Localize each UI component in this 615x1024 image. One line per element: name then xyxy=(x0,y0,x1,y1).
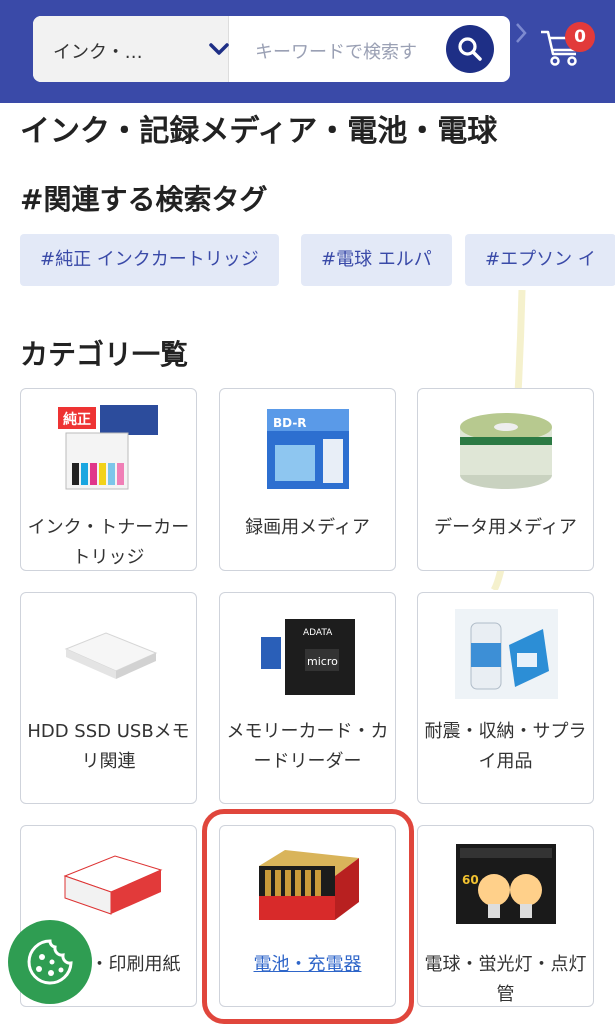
category-select[interactable]: インク・… xyxy=(33,16,229,82)
copy-paper-image xyxy=(59,846,166,936)
search-icon xyxy=(458,37,482,61)
bd-r-disc-image: BD-R xyxy=(255,403,362,493)
category-card-ink[interactable]: 純正 インク・トナーカートリッジ xyxy=(20,388,197,571)
microsd-card-image: ADATA micro xyxy=(255,609,362,699)
svg-text:純正: 純正 xyxy=(63,411,91,428)
svg-text:ADATA: ADATA xyxy=(303,628,333,638)
category-card-data-media[interactable]: データ用メディア xyxy=(417,388,594,571)
category-card-bulbs[interactable]: 60 電球・蛍光灯・点灯管 xyxy=(417,825,594,1007)
top-header: インク・… キーワードで検索す 0 xyxy=(0,0,615,103)
tag-item[interactable]: #エプソン イ xyxy=(465,234,615,286)
category-card-memory-card[interactable]: ADATA micro メモリーカード・カードリーダー xyxy=(219,592,396,804)
cookie-settings-button[interactable] xyxy=(8,920,92,1004)
category-label: インク・トナーカートリッジ xyxy=(27,517,190,568)
category-card-supplies[interactable]: 耐震・収納・サプライ用品 xyxy=(417,592,594,804)
chevron-down-icon xyxy=(208,38,230,64)
chevron-right-icon xyxy=(514,20,528,50)
led-bulb-image: 60 xyxy=(456,844,563,934)
category-label: 電球・蛍光灯・点灯管 xyxy=(424,954,587,1005)
svg-text:BD-R: BD-R xyxy=(273,416,307,430)
selection-highlight xyxy=(202,809,414,1024)
category-list-heading: カテゴリ一覧 xyxy=(20,338,189,371)
search-input[interactable]: キーワードで検索す xyxy=(255,38,417,64)
ink-cartridge-image: 純正 xyxy=(56,403,163,493)
page-title: インク・記録メディア・電池・電球 xyxy=(20,114,498,149)
category-label: 録画用メディア xyxy=(245,517,370,538)
search-button[interactable] xyxy=(446,25,494,73)
category-card-storage[interactable]: HDD SSD USBメモリ関連 xyxy=(20,592,197,804)
cookie-icon xyxy=(27,939,73,985)
category-card-recording-media[interactable]: BD-R 録画用メディア xyxy=(219,388,396,571)
related-tags-heading: #関連する検索タグ xyxy=(20,183,268,216)
cleaning-wipes-image xyxy=(453,609,560,699)
category-select-value: インク・… xyxy=(53,42,143,63)
tag-list: #純正 インクカートリッジ #電球 エルパ #エプソン イ xyxy=(20,234,615,286)
category-label: データ用メディア xyxy=(434,517,577,538)
cart-count-badge: 0 xyxy=(565,22,595,52)
category-label: メモリーカード・カードリーダー xyxy=(226,721,389,772)
tag-item[interactable]: #純正 インクカートリッジ xyxy=(20,234,279,286)
search-box: インク・… キーワードで検索す xyxy=(33,16,510,82)
category-label: 耐震・収納・サプライ用品 xyxy=(424,721,587,772)
tag-item[interactable]: #電球 エルパ xyxy=(301,234,452,286)
svg-text:60: 60 xyxy=(462,873,479,887)
external-hdd-image xyxy=(56,609,163,699)
dvd-spindle-image xyxy=(453,403,560,493)
svg-text:micro: micro xyxy=(307,655,338,668)
category-label: HDD SSD USBメモリ関連 xyxy=(27,721,190,772)
